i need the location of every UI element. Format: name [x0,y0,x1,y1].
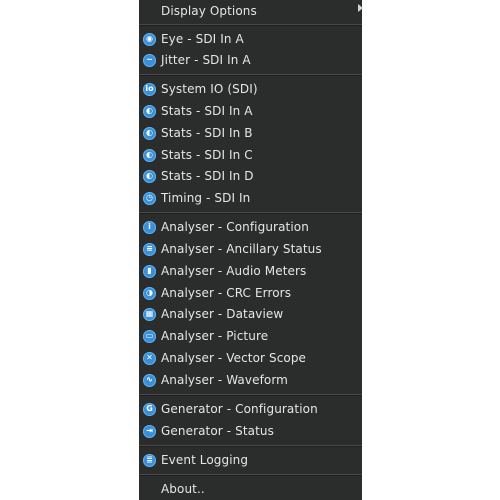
menu-item-label: Stats - SDI In B [161,126,253,140]
menu-item-label: Analyser - Audio Meters [161,264,307,278]
menu-item-jitter[interactable]: ~ Jitter - SDI In A [139,49,362,71]
jitter-icon: ~ [143,53,156,67]
menu-item-analyser-picture[interactable]: ▭ Analyser - Picture [139,325,362,347]
stats-icon: ◐ [143,148,156,162]
menu-item-analyser-crc-errors[interactable]: ◑ Analyser - CRC Errors [139,282,362,304]
menu-item-label: Stats - SDI In A [161,104,253,118]
menu-item-label: Analyser - Picture [161,329,269,343]
menu-item-event-logging[interactable]: ≣ Event Logging [139,449,362,471]
menu-item-generator-configuration[interactable]: G Generator - Configuration [139,398,362,420]
menu-item-system-io[interactable]: io System IO (SDI) [139,78,362,100]
generator-config-icon: G [143,402,156,416]
menu-item-label: About.. [161,482,205,496]
menu-separator [139,212,362,214]
menu-item-analyser-vector-scope[interactable]: ✕ Analyser - Vector Scope [139,347,362,369]
menu-item-stats-d[interactable]: ◐ Stats - SDI In D [139,165,362,187]
menu-separator [139,445,362,447]
menu-separator [139,474,362,476]
menu-item-label: Analyser - CRC Errors [161,286,292,300]
ancillary-icon: ≡ [143,242,156,256]
context-menu: Display Options ◉ Eye - SDI In A ~ Jitte… [139,0,363,500]
stats-icon: ◐ [143,169,156,183]
menu-item-stats-b[interactable]: ◐ Stats - SDI In B [139,122,362,144]
menu-item-stats-a[interactable]: ◐ Stats - SDI In A [139,100,362,122]
crc-icon: ◑ [143,286,156,300]
menu-item-label: Generator - Configuration [161,402,318,416]
menu-separator [139,394,362,396]
menu-item-stats-c[interactable]: ◐ Stats - SDI In C [139,144,362,166]
picture-icon: ▭ [143,329,156,343]
submenu-arrow-icon [358,4,363,12]
menu-item-display-options[interactable]: Display Options [139,0,363,22]
menu-item-analyser-audio-meters[interactable]: ▮ Analyser - Audio Meters [139,260,362,282]
menu-item-analyser-ancillary-status[interactable]: ≡ Analyser - Ancillary Status [139,238,362,260]
menu-item-label: Analyser - Vector Scope [161,351,307,365]
menu-item-label: Stats - SDI In D [161,169,254,183]
menu-item-label: Analyser - Configuration [161,220,309,234]
audio-meter-icon: ▮ [143,264,156,278]
menu-item-about[interactable]: About.. [139,478,362,500]
waveform-icon: ∿ [143,373,156,387]
menu-item-label: Analyser - Ancillary Status [161,242,322,256]
eye-icon: ◉ [143,32,156,46]
grid-icon: ▦ [143,307,156,321]
menu-item-eye[interactable]: ◉ Eye - SDI In A [139,28,362,50]
menu-separator [139,24,362,26]
menu-item-label: Analyser - Dataview [161,307,284,321]
menu-item-label: Stats - SDI In C [161,148,253,162]
menu-item-analyser-configuration[interactable]: i Analyser - Configuration [139,216,362,238]
info-icon: i [143,220,156,234]
menu-item-label: Timing - SDI In [161,191,251,205]
menu-item-analyser-dataview[interactable]: ▦ Analyser - Dataview [139,303,362,325]
menu-item-analyser-waveform[interactable]: ∿ Analyser - Waveform [139,369,362,391]
menu-item-label: Eye - SDI In A [161,32,244,46]
menu-item-timing[interactable]: ◷ Timing - SDI In [139,187,362,209]
system-io-icon: io [143,82,156,96]
menu-item-label: Event Logging [161,453,249,467]
menu-item-label: Analyser - Waveform [161,373,288,387]
log-icon: ≣ [143,453,156,467]
stats-icon: ◐ [143,104,156,118]
stats-icon: ◐ [143,126,156,140]
menu-item-label: System IO (SDI) [161,82,258,96]
clock-icon: ◷ [143,191,156,205]
menu-item-label: Jitter - SDI In A [161,53,251,67]
generator-status-icon: ⇥ [143,424,156,438]
vector-scope-icon: ✕ [143,351,156,365]
menu-separator [139,74,362,76]
menu-item-label: Display Options [161,4,257,18]
menu-item-generator-status[interactable]: ⇥ Generator - Status [139,420,362,442]
menu-item-label: Generator - Status [161,424,274,438]
